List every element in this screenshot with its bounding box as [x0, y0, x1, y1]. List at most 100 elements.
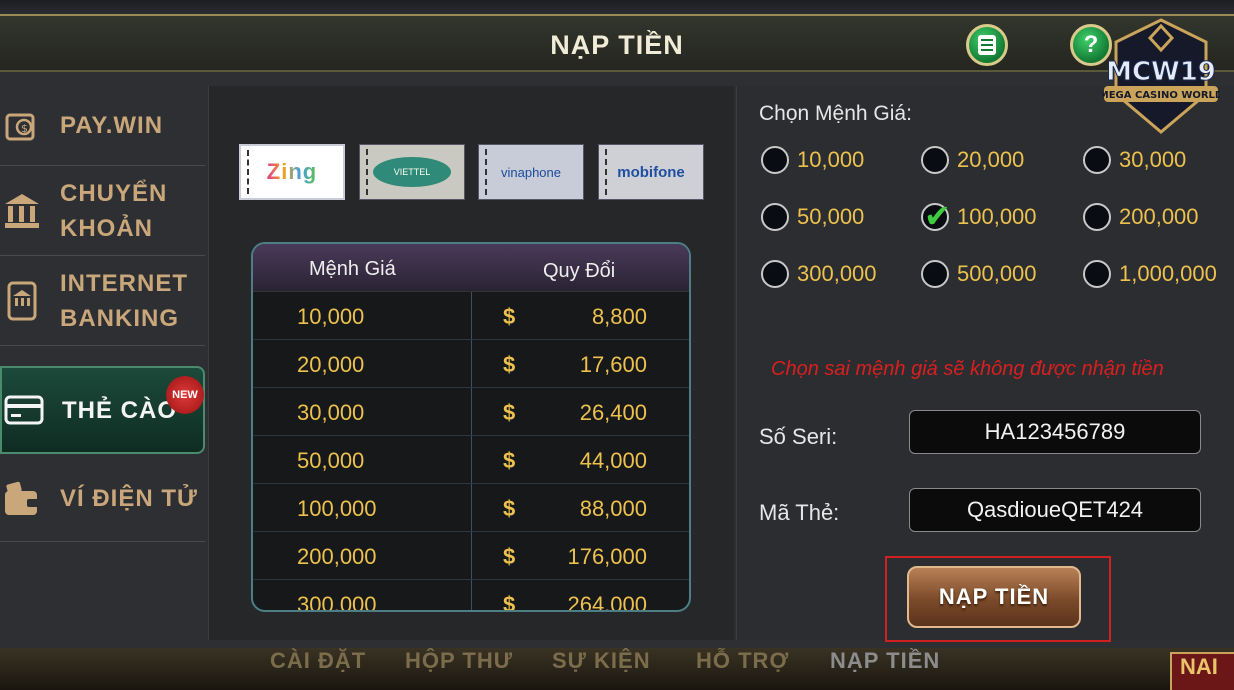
card-icon [4, 390, 44, 430]
quy-doi-cell: 44,000 [579, 448, 647, 473]
denomination-option[interactable]: 200,000 [1083, 203, 1199, 231]
card-code-input[interactable] [909, 488, 1201, 532]
denomination-option-selected[interactable]: 100,000 [921, 197, 1037, 235]
payment-method-sidebar: $ PAY.WIN CHUYỂN KHOẢN INTERNET BANKING … [0, 86, 205, 646]
denomination-option[interactable]: 1,000,000 [1083, 260, 1217, 288]
provider-zing[interactable]: Zing [239, 144, 345, 200]
sidebar-item-label: CHUYỂN KHOẢN [60, 179, 168, 242]
warning-message: Chọn sai mệnh giá sẽ không được nhận tiề… [771, 358, 1164, 380]
radio-button[interactable] [1083, 146, 1111, 174]
denomination-option[interactable]: 10,000 [761, 146, 864, 174]
denomination-value: 500,000 [957, 261, 1037, 286]
radio-button[interactable] [921, 260, 949, 288]
deposit-dialog: NẠP TIỀN ? $ PAY.WIN CHUYỂN KHOẢN INTERN… [0, 14, 1234, 648]
zing-logo: Zing [266, 159, 318, 184]
table-row: 50,000 $ 44,000 [253, 436, 689, 484]
mcw19-logo: MCW19 MEGA CASINO WORLD [1102, 18, 1220, 134]
menh-gia-cell: 300,000 [297, 592, 377, 612]
sidebar-item-paywin[interactable]: $ PAY.WIN [0, 86, 205, 166]
denomination-value: 10,000 [797, 147, 865, 172]
menh-gia-cell: 100,000 [297, 496, 377, 521]
card-notch [247, 150, 249, 194]
denomination-value: 300,000 [797, 261, 877, 286]
quy-doi-cell: 88,000 [579, 496, 647, 521]
dollar-icon: $ [503, 448, 516, 473]
sidebar-item-internet-banking[interactable]: INTERNET BANKING [0, 256, 205, 346]
exchange-rate-table: Mệnh Giá Quy Đổi 10,000 $ 8,800 20,000 $… [251, 242, 691, 612]
question-icon: ? [1083, 31, 1099, 58]
card-provider-panel: Zing VIETTEL vinaphone mobifone Mệnh Giá… [208, 86, 734, 640]
radio-button[interactable] [1083, 260, 1111, 288]
menh-gia-cell: 50,000 [297, 448, 365, 473]
bg-menu-item: HỘP THƯ [405, 648, 513, 673]
e-wallet-icon [2, 479, 42, 519]
column-header-menh-gia: Mệnh Giá [309, 258, 396, 280]
denomination-option[interactable]: 20,000 [921, 146, 1024, 174]
dollar-icon: $ [503, 304, 516, 329]
quy-doi-cell: 17,600 [579, 352, 647, 377]
table-row: 30,000 $ 26,400 [253, 388, 689, 436]
radio-button[interactable] [921, 146, 949, 174]
submit-highlight-frame: NẠP TIỀN [885, 556, 1111, 642]
denomination-value: 30,000 [1119, 147, 1187, 172]
sidebar-item-vi-dien-tu[interactable]: VÍ ĐIỆN TỬ [0, 456, 205, 542]
provider-vinaphone[interactable]: vinaphone [478, 144, 584, 200]
logo-tagline: MEGA CASINO WORLD [1102, 90, 1220, 101]
radio-button[interactable] [761, 260, 789, 288]
bg-menu-item: NẠP TIỀN [830, 648, 941, 673]
menh-gia-cell: 200,000 [297, 544, 377, 569]
bank-icon [2, 191, 42, 231]
bg-nap-button: NAI [1170, 652, 1234, 690]
deposit-form-panel: Chọn Mệnh Giá: 10,000 20,000 30,000 50,0… [736, 86, 1234, 642]
table-row: 10,000 $ 8,800 [253, 292, 689, 340]
quy-doi-cell: 26,400 [579, 400, 647, 425]
history-button[interactable] [966, 24, 1008, 66]
nap-tien-button[interactable]: NẠP TIỀN [907, 566, 1081, 628]
radio-button[interactable] [1083, 203, 1111, 231]
radio-button[interactable] [761, 203, 789, 231]
denomination-value: 50,000 [797, 204, 865, 229]
list-icon [978, 35, 996, 55]
table-body[interactable]: 10,000 $ 8,800 20,000 $ 17,600 30,000 $ … [253, 292, 689, 612]
table-header: Mệnh Giá Quy Đổi [253, 244, 689, 292]
radio-button[interactable] [761, 146, 789, 174]
new-badge: NEW [166, 376, 204, 414]
dollar-icon: $ [503, 400, 516, 425]
quy-doi-cell: 264,000 [567, 592, 647, 612]
table-row: 200,000 $ 176,000 [253, 532, 689, 580]
menh-gia-cell: 30,000 [297, 400, 365, 425]
denomination-option[interactable]: 50,000 [761, 203, 864, 231]
table-row: 300,000 $ 264,000 [253, 580, 689, 612]
vinaphone-logo: vinaphone [501, 164, 561, 180]
denomination-option[interactable]: 30,000 [1083, 146, 1186, 174]
sidebar-item-chuyen-khoan[interactable]: CHUYỂN KHOẢN [0, 166, 205, 256]
svg-text:$: $ [21, 122, 28, 135]
provider-mobifone[interactable]: mobifone [598, 144, 704, 200]
menh-gia-cell: 10,000 [297, 304, 365, 329]
card-notch [366, 149, 368, 195]
dollar-icon: $ [503, 352, 516, 377]
denomination-option[interactable]: 500,000 [921, 260, 1037, 288]
serial-input[interactable] [909, 410, 1201, 454]
dollar-icon: $ [503, 496, 516, 521]
denomination-label: Chọn Mệnh Giá: [759, 102, 912, 125]
coin-wallet-icon: $ [2, 106, 42, 146]
mobile-bank-icon [2, 281, 42, 321]
page-title: NẠP TIỀN [550, 30, 684, 60]
provider-viettel[interactable]: VIETTEL [359, 144, 465, 200]
denomination-option[interactable]: 300,000 [761, 260, 877, 288]
sidebar-item-label: INTERNET BANKING [60, 269, 188, 332]
sidebar-item-the-cao[interactable]: THẺ CÀO NEW [0, 366, 205, 454]
serial-label: Số Seri: [759, 424, 838, 449]
dollar-icon: $ [503, 544, 516, 569]
column-header-quy-doi: Quy Đổi [543, 260, 616, 282]
dialog-header: NẠP TIỀN ? [0, 16, 1234, 72]
denomination-value: 200,000 [1119, 204, 1199, 229]
card-notch [485, 149, 487, 195]
mobifone-logo: mobifone [617, 163, 685, 181]
bg-menu-item: HỖ TRỢ [696, 648, 790, 673]
denomination-value: 100,000 [957, 204, 1037, 229]
bg-menu-item: SỰ KIỆN [552, 648, 651, 673]
checkmark-icon[interactable] [921, 197, 951, 235]
card-code-label: Mã Thẻ: [759, 500, 840, 525]
